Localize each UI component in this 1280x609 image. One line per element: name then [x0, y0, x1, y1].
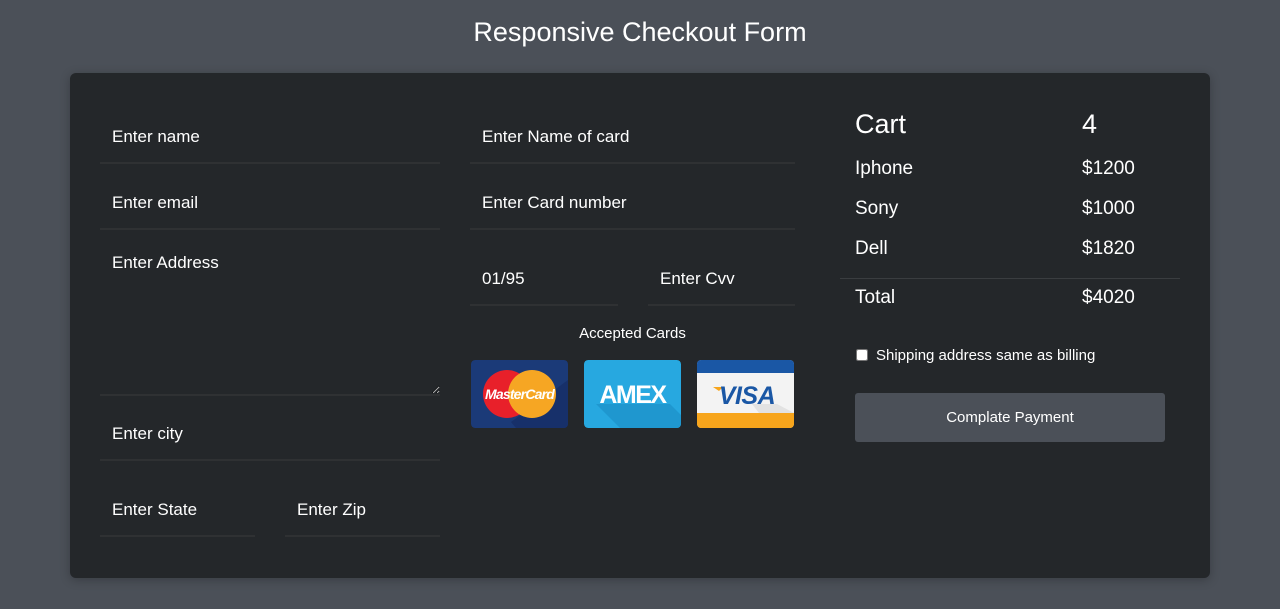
card-name-input[interactable]: [470, 112, 795, 162]
zip-input[interactable]: [285, 485, 440, 535]
svg-text:MasterCard: MasterCard: [485, 386, 555, 402]
shipping-same-checkbox[interactable]: [856, 349, 868, 361]
svg-text:VISA: VISA: [719, 382, 775, 410]
cart-total-row: Total $4020: [855, 284, 1175, 312]
state-input[interactable]: [100, 485, 255, 535]
cart-item: Dell $1820: [855, 235, 1175, 263]
name-input[interactable]: [100, 112, 440, 162]
card-number-field-wrapper: [470, 178, 795, 230]
address-field-wrapper: [100, 240, 440, 396]
cart-divider: [840, 278, 1180, 279]
expiry-input[interactable]: [470, 254, 618, 304]
email-field-wrapper: [100, 178, 440, 230]
expiry-field-wrapper: [470, 254, 618, 306]
cart-item: Sony $1000: [855, 195, 1175, 223]
mastercard-logo-icon: MasterCard: [471, 360, 568, 428]
cart-header: Cart 4: [855, 106, 1175, 142]
card-number-input[interactable]: [470, 178, 795, 228]
email-input[interactable]: [100, 178, 440, 228]
cvv-input[interactable]: [648, 254, 795, 304]
cart-item-name: Dell: [855, 238, 888, 259]
complete-payment-button[interactable]: Complate Payment: [855, 393, 1165, 442]
cart-item-name: Iphone: [855, 158, 914, 179]
state-field-wrapper: [100, 485, 255, 537]
cart-total-value: $4020: [1082, 287, 1135, 308]
visa-logo-icon: VISA: [697, 360, 794, 428]
cart-item-price: $1200: [1082, 158, 1135, 179]
cart-count: 4: [1082, 109, 1098, 139]
zip-field-wrapper: [285, 485, 440, 537]
page-title: Responsive Checkout Form: [473, 17, 807, 47]
svg-text:AMEX: AMEX: [599, 381, 667, 409]
address-textarea[interactable]: [100, 240, 440, 394]
cart-title: Cart: [855, 109, 907, 139]
card-name-field-wrapper: [470, 112, 795, 164]
cart-item-name: Sony: [855, 198, 899, 219]
shipping-same-label: Shipping address same as billing: [876, 346, 1096, 364]
cvv-field-wrapper: [648, 254, 795, 306]
checkout-card: Accepted Cards MasterCard AMEX VISA: [70, 73, 1210, 578]
cart-total-label: Total: [855, 287, 896, 308]
cart-item-price: $1820: [1082, 238, 1135, 259]
cart-item-price: $1000: [1082, 198, 1135, 219]
city-field-wrapper: [100, 409, 440, 461]
city-input[interactable]: [100, 409, 440, 459]
cart-item: Iphone $1200: [855, 155, 1175, 183]
accepted-cards-label: Accepted Cards: [579, 325, 686, 342]
amex-logo-icon: AMEX: [584, 360, 681, 428]
name-field-wrapper: [100, 112, 440, 164]
shipping-same-as-billing[interactable]: Shipping address same as billing: [855, 345, 1095, 365]
